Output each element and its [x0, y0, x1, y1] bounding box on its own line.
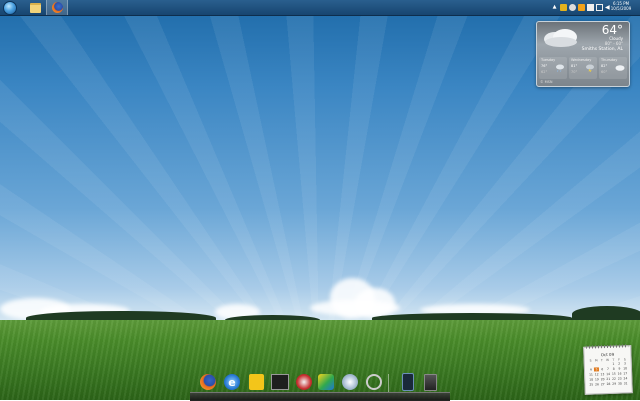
forecast-day-name: Wednesday — [571, 58, 592, 62]
calendar-day[interactable]: 17 — [622, 371, 628, 375]
calendar-day[interactable]: 31 — [623, 381, 629, 385]
rain-icon — [556, 64, 564, 72]
calendar-rings — [586, 344, 629, 349]
clock[interactable]: 6:15 PM 10/5/2009 — [608, 1, 634, 11]
calendar-days: 1 2 3 4 5 6 7 8 9 10 11 12 13 14 15 16 17 18 19 20 21 22 23 24 2… — [588, 361, 629, 386]
weather-source[interactable]: © MSN — [540, 80, 552, 84]
dock-item-media-app[interactable] — [294, 372, 314, 392]
weather-temperature: 64° — [601, 23, 623, 37]
security-icon[interactable] — [560, 4, 567, 11]
photo-icon — [271, 374, 289, 390]
internet-explorer-icon: e — [224, 374, 240, 390]
dock-item-recycle-bin[interactable] — [420, 372, 440, 392]
dock-separator — [388, 374, 389, 392]
firefox-icon — [200, 374, 216, 390]
forecast-day: Tuesday 76° 62° — [539, 57, 567, 79]
calendar-day[interactable]: 3 — [622, 361, 628, 365]
forecast-high: 76° — [541, 64, 548, 68]
dock-item-phone[interactable] — [398, 372, 418, 392]
duck-icon — [248, 374, 264, 390]
dock-item-adium[interactable] — [246, 372, 266, 392]
dock-item-itunes[interactable] — [340, 372, 360, 392]
weather-gadget[interactable]: 64° Cloudy 80° - 60° Smiths Station, AL … — [536, 21, 630, 87]
forecast-day: Wednesday 81° 70° — [569, 57, 597, 79]
calendar-gadget[interactable]: Oct 09 SMTWTFS 1 2 3 4 5 6 7 8 9 10 11 12 13 14 15 16 17… — [583, 344, 633, 395]
updates-icon[interactable] — [578, 4, 585, 11]
forecast-high: 81° — [571, 64, 578, 68]
media-icon — [296, 374, 312, 390]
forecast-day-name: Thursday — [601, 58, 618, 62]
windows-orb-icon — [3, 0, 17, 15]
folder-icon — [29, 2, 41, 13]
dock-item-photo-viewer[interactable] — [270, 372, 290, 392]
flag-icon[interactable] — [587, 4, 594, 11]
dock: e — [190, 368, 450, 401]
phone-icon — [402, 373, 414, 391]
trash-icon — [423, 373, 437, 391]
dock-item-internet-explorer[interactable]: e — [222, 372, 242, 392]
network-icon[interactable] — [596, 4, 603, 11]
headphones-icon — [366, 374, 382, 390]
forecast-low: 62° — [541, 70, 548, 74]
dock-item-media-player[interactable] — [316, 372, 336, 392]
taskbar: ▲ ◀ 6:15 PM 10/5/2009 — [0, 0, 640, 16]
taskbar-item-explorer[interactable] — [25, 0, 45, 15]
connection-icon[interactable] — [569, 4, 576, 11]
forecast-day: Thursday 82° 60° — [599, 57, 627, 79]
system-tray: ▲ ◀ — [551, 2, 612, 13]
forecast-low: 70° — [571, 70, 578, 74]
play-icon — [318, 374, 334, 390]
forecast-low: 60° — [601, 70, 608, 74]
show-hidden-icon[interactable]: ▲ — [551, 4, 558, 11]
storm-icon — [586, 64, 594, 72]
start-button[interactable] — [2, 0, 18, 15]
weather-forecast: Tuesday 76° 62° Wednesday 81° 70° Thursd… — [539, 57, 627, 79]
firefox-icon — [51, 2, 63, 13]
weather-range: 80° - 60° — [604, 41, 623, 46]
clock-date: 10/5/2009 — [610, 6, 632, 11]
cd-icon — [342, 374, 358, 390]
forecast-high: 82° — [601, 64, 608, 68]
cloud-icon — [615, 65, 625, 71]
weather-location: Smiths Station, AL — [581, 47, 623, 52]
dock-item-audio[interactable] — [364, 372, 384, 392]
calendar-day[interactable]: 24 — [623, 376, 629, 380]
cloudy-icon — [544, 29, 577, 47]
taskbar-item-firefox[interactable] — [46, 0, 68, 15]
dock-item-firefox[interactable] — [198, 372, 218, 392]
forecast-day-name: Tuesday — [541, 58, 556, 62]
calendar-day[interactable]: 10 — [622, 366, 628, 370]
